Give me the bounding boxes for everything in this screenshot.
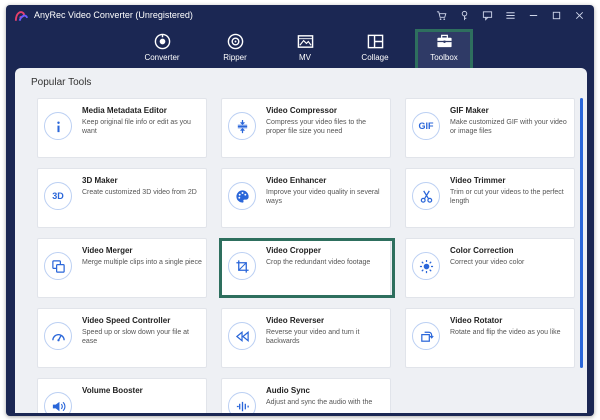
- tool-name: 3D Maker: [82, 176, 118, 185]
- tab-ripper-label: Ripper: [223, 53, 247, 62]
- tool-name: Video Compressor: [266, 106, 337, 115]
- mv-icon: [297, 35, 313, 48]
- tool-name: Video Reverser: [266, 316, 325, 325]
- tool-card-audio-sync[interactable]: Audio Sync Adjust and sync the audio wit…: [221, 378, 391, 413]
- app-window: AnyRec Video Converter (Unregistered) Co…: [6, 5, 594, 416]
- tab-ripper[interactable]: Ripper: [207, 29, 263, 69]
- tool-desc: Crop the redundant video footage: [266, 259, 371, 266]
- info-icon: [44, 112, 72, 140]
- key-icon[interactable]: [457, 8, 471, 23]
- tool-name: GIF Maker: [450, 106, 489, 115]
- tab-collage[interactable]: Collage: [347, 29, 403, 69]
- tool-card-video-rotator[interactable]: Video Rotator Rotate and flip the video …: [405, 308, 575, 368]
- tab-converter[interactable]: Converter: [134, 29, 190, 69]
- tool-desc: Create customized 3D video from 2D: [82, 189, 197, 196]
- tool-desc: Correct your video color: [450, 259, 525, 266]
- gif-icon: GIF: [412, 112, 440, 140]
- tool-desc: Keep original file info or edit as you w…: [82, 119, 191, 135]
- tool-desc: Compress your video files to the proper …: [266, 119, 366, 135]
- rotate-icon: [412, 322, 440, 350]
- 3d-icon: 3D: [44, 182, 72, 210]
- crop-icon: [228, 252, 256, 280]
- audio-sync-icon: [228, 392, 256, 413]
- title-bar: AnyRec Video Converter (Unregistered): [6, 5, 594, 27]
- volume-icon: [44, 392, 72, 413]
- tool-card-volume-booster[interactable]: Volume Booster: [37, 378, 207, 413]
- tab-collage-label: Collage: [361, 53, 389, 62]
- menu-icon[interactable]: [503, 8, 517, 23]
- palette-icon: [228, 182, 256, 210]
- tool-name: Color Correction: [450, 246, 514, 255]
- main-tab-bar: Converter Ripper MV Collage Toolbox: [6, 29, 594, 69]
- tool-card-video-reverser[interactable]: Video Reverser Reverse your video and tu…: [221, 308, 391, 368]
- converter-icon: [154, 33, 170, 50]
- collage-icon: [367, 34, 383, 49]
- tool-card-3d-maker[interactable]: 3D 3D Maker Create customized 3D video f…: [37, 168, 207, 228]
- tool-name: Video Merger: [82, 246, 133, 255]
- section-title: Popular Tools: [31, 77, 92, 88]
- tool-desc: Make customized GIF with your video or i…: [450, 119, 567, 135]
- tool-card-video-cropper[interactable]: Video Cropper Crop the redundant video f…: [221, 238, 391, 298]
- tool-card-media-metadata-editor[interactable]: Media Metadata Editor Keep original file…: [37, 98, 207, 158]
- window-controls: [434, 8, 586, 23]
- merge-icon: [44, 252, 72, 280]
- tool-name: Media Metadata Editor: [82, 106, 167, 115]
- toolbox-panel: Popular Tools Media Metadata Editor Keep…: [15, 68, 587, 413]
- tool-name: Video Trimmer: [450, 176, 506, 185]
- tool-name: Audio Sync: [266, 386, 311, 395]
- tool-name: Volume Booster: [82, 386, 143, 395]
- speedometer-icon: [44, 322, 72, 350]
- tool-name: Video Rotator: [450, 316, 503, 325]
- tab-mv[interactable]: MV: [277, 29, 333, 69]
- tool-card-video-merger[interactable]: Video Merger Merge multiple clips into a…: [37, 238, 207, 298]
- tab-toolbox[interactable]: Toolbox: [416, 29, 472, 69]
- toolbox-icon: [436, 34, 452, 48]
- tool-card-video-enhancer[interactable]: Video Enhancer Improve your video qualit…: [221, 168, 391, 228]
- rewind-icon: [228, 322, 256, 350]
- tool-card-color-correction[interactable]: Color Correction Correct your video colo…: [405, 238, 575, 298]
- tab-mv-label: MV: [299, 53, 311, 62]
- tool-desc: Rotate and flip the video as you like: [450, 329, 561, 336]
- tool-name: Video Speed Controller: [82, 316, 171, 325]
- ripper-icon: [227, 33, 243, 50]
- tool-card-gif-maker[interactable]: GIF GIF Maker Make customized GIF with y…: [405, 98, 575, 158]
- scissors-icon: [412, 182, 440, 210]
- scrollbar[interactable]: [580, 98, 583, 368]
- tool-desc: Improve your video quality in several wa…: [266, 189, 380, 205]
- tool-card-video-compressor[interactable]: Video Compressor Compress your video fil…: [221, 98, 391, 158]
- tool-desc: Merge multiple clips into a single piece: [82, 259, 202, 266]
- maximize-icon[interactable]: [549, 8, 563, 23]
- cart-icon[interactable]: [434, 8, 448, 23]
- anyrec-logo-icon: [14, 11, 29, 22]
- tab-toolbox-label: Toolbox: [430, 53, 458, 62]
- close-icon[interactable]: [572, 8, 586, 23]
- compress-icon: [228, 112, 256, 140]
- minimize-icon[interactable]: [526, 8, 540, 23]
- sun-icon: [412, 252, 440, 280]
- tab-converter-label: Converter: [144, 53, 180, 62]
- tool-card-video-trimmer[interactable]: Video Trimmer Trim or cut your videos to…: [405, 168, 575, 228]
- feedback-icon[interactable]: [480, 8, 494, 23]
- tool-name: Video Cropper: [266, 246, 321, 255]
- tool-desc: Trim or cut your videos to the perfect l…: [450, 189, 564, 205]
- app-title: AnyRec Video Converter (Unregistered): [34, 10, 193, 20]
- tool-card-video-speed-controller[interactable]: Video Speed Controller Speed up or slow …: [37, 308, 207, 368]
- tool-desc: Adjust and sync the audio with the: [266, 399, 373, 406]
- tool-desc: Reverse your video and turn it backwards: [266, 329, 360, 345]
- tool-name: Video Enhancer: [266, 176, 327, 185]
- tool-desc: Speed up or slow down your file at ease: [82, 329, 190, 345]
